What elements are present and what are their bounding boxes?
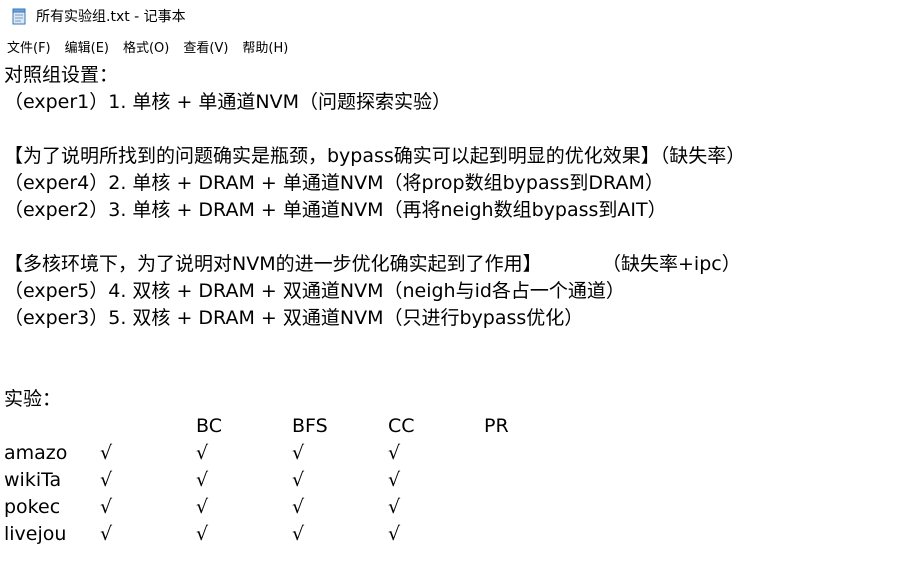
table-check: √ [100, 469, 113, 491]
table-check: √ [388, 442, 401, 464]
table-row-name: wikiTa [4, 469, 62, 491]
table-check: √ [196, 469, 209, 491]
document-line: （exper1）1. 单核 + 单通道NVM（问题探索实验） [4, 91, 452, 113]
table-header-cc: CC [388, 415, 415, 437]
document-line: （exper2）3. 单核 + DRAM + 单通道NVM（再将neigh数组b… [4, 199, 667, 221]
menu-view[interactable]: 查看(V) [183, 39, 228, 59]
table-check: √ [196, 442, 209, 464]
document-line: 【为了说明所找到的问题确实是瓶颈，bypass确实可以起到明显的优化效果】（缺失… [4, 145, 746, 167]
table-check: √ [292, 442, 305, 464]
table-header-bc: BC [196, 415, 222, 437]
table-check: √ [292, 523, 305, 545]
table-check: √ [100, 442, 113, 464]
table-check: √ [292, 496, 305, 518]
table-check: √ [100, 496, 113, 518]
menu-edit[interactable]: 编辑(E) [65, 39, 109, 59]
table-check: √ [388, 496, 401, 518]
document-line: （exper4）2. 单核 + DRAM + 单通道NVM（将prop数组byp… [4, 172, 664, 194]
table-row-name: pokec [4, 496, 61, 518]
window-title: 所有实验组.txt - 记事本 [36, 9, 186, 25]
document-line: 实验： [4, 388, 62, 410]
document-line: 【多核环境下，为了说明对NVM的进一步优化确实起到了作用】 （缺失率+ipc） [4, 253, 741, 275]
menu-help[interactable]: 帮助(H) [242, 39, 288, 59]
table-check: √ [292, 469, 305, 491]
table-check: √ [196, 523, 209, 545]
table-check: √ [388, 469, 401, 491]
document-line: （exper3）5. 双核 + DRAM + 双通道NVM（只进行bypass优… [4, 307, 584, 329]
text-editor-area[interactable]: 对照组设置： （exper1）1. 单核 + 单通道NVM（问题探索实验） 【为… [0, 62, 901, 588]
table-row-name: livejou [4, 523, 67, 545]
notepad-icon [12, 8, 27, 25]
menu-format[interactable]: 格式(O) [123, 39, 169, 59]
menu-file[interactable]: 文件(F) [7, 39, 51, 59]
table-header-bfs: BFS [292, 415, 328, 437]
menu-bar: 文件(F) 编辑(E) 格式(O) 查看(V) 帮助(H) [0, 38, 901, 60]
title-bar[interactable]: 所有实验组.txt - 记事本 [0, 0, 901, 34]
table-header-pr: PR [484, 415, 509, 437]
table-row-name: amazo [4, 442, 68, 464]
table-check: √ [196, 496, 209, 518]
document-line: 对照组设置： [4, 64, 119, 86]
document-line: （exper5）4. 双核 + DRAM + 双通道NVM（neigh与id各占… [4, 280, 625, 302]
table-check: √ [100, 523, 113, 545]
table-check: √ [388, 523, 401, 545]
